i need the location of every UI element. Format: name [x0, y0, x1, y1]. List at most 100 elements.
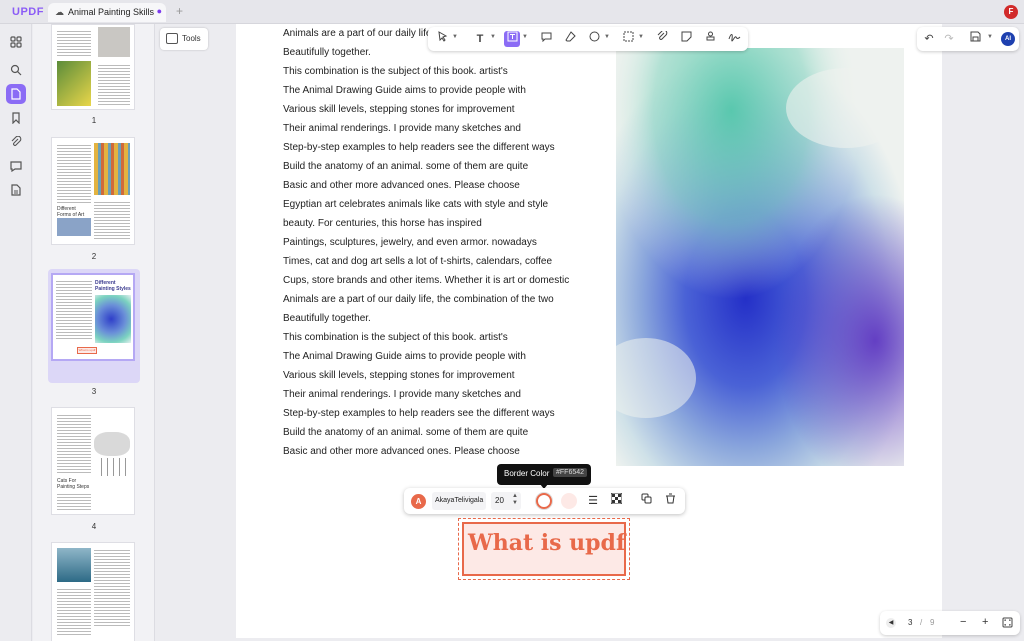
- body-text-line: The Animal Drawing Guide aims to provide…: [283, 85, 526, 96]
- body-text-line: beauty. For centuries, this horse has in…: [283, 218, 482, 229]
- comment-icon[interactable]: [538, 31, 554, 47]
- fit-page-icon[interactable]: [1002, 617, 1013, 630]
- document-tab[interactable]: ☁ Animal Painting Skills ●: [48, 3, 166, 22]
- font-size-value: 20: [495, 496, 504, 505]
- attachment-icon[interactable]: [6, 132, 26, 152]
- thumbnail-page-2[interactable]: Different Forms of Art Work: [51, 137, 135, 245]
- signature-icon[interactable]: [726, 31, 742, 47]
- textbox-tool-icon[interactable]: [504, 31, 520, 47]
- border-color-tooltip: Border Color #FF6542: [497, 464, 591, 489]
- body-text-line: Their animal renderings. I provide many …: [283, 123, 521, 134]
- tooltip-label: Border Color: [504, 469, 550, 478]
- title-bar: UPDF ☁ Animal Painting Skills ● + F: [0, 0, 1024, 24]
- body-text-line: Times, cat and dog art sells a lot of t-…: [283, 256, 553, 267]
- line-style-icon[interactable]: ☰: [585, 493, 601, 509]
- body-text-line: Their animal renderings. I provide many …: [283, 389, 521, 400]
- tab-title: Animal Painting Skills: [68, 7, 155, 17]
- sticker-icon[interactable]: [678, 31, 694, 47]
- body-text-line: This combination is the subject of this …: [283, 66, 508, 77]
- border-color-button[interactable]: [536, 493, 552, 509]
- search-icon[interactable]: [6, 60, 26, 80]
- thumbnail-title: Different Painting Styles: [95, 280, 131, 292]
- chevron-down-icon[interactable]: ▼: [604, 34, 610, 40]
- body-text-line: Egyptian art celebrates animals like cat…: [283, 199, 549, 210]
- tools-label: Tools: [182, 34, 201, 43]
- bookmark-icon[interactable]: [6, 108, 26, 128]
- body-text-line: This combination is the subject of this …: [283, 332, 508, 343]
- chevron-down-icon[interactable]: ▼: [522, 34, 528, 40]
- unsaved-dot-icon: ●: [156, 6, 162, 16]
- user-avatar[interactable]: F: [1004, 5, 1018, 19]
- chevron-down-icon[interactable]: ▼: [490, 34, 496, 40]
- redo-icon[interactable]: ↷: [941, 31, 957, 47]
- duplicate-icon[interactable]: [638, 493, 654, 509]
- chevron-down-icon[interactable]: ▼: [987, 34, 993, 40]
- shape-circle-icon[interactable]: [586, 31, 602, 47]
- total-pages: 9: [930, 618, 935, 627]
- font-family-value: AkayaTelivigala: [435, 497, 484, 504]
- thumbnail-page-number: 3: [91, 387, 97, 396]
- right-toolbar: ↶ ↷ ▼ AI: [917, 27, 1019, 51]
- save-icon[interactable]: [967, 31, 983, 47]
- thumbnails-icon[interactable]: [6, 84, 26, 104]
- body-text-line: Beautifully together.: [283, 313, 371, 324]
- attachment-icon[interactable]: [654, 29, 670, 47]
- opacity-icon[interactable]: [608, 492, 624, 509]
- ai-assistant-icon[interactable]: AI: [1001, 32, 1015, 46]
- zoom-in-button[interactable]: +: [982, 616, 988, 628]
- document-icon[interactable]: [6, 180, 26, 200]
- thumbnail-page-number: 4: [91, 522, 97, 531]
- comment-icon[interactable]: [6, 156, 26, 176]
- annotation-toolbar: ▼ T ▼ ▼ ▼ ▼: [428, 27, 748, 51]
- tooltip-hex: #FF6542: [553, 468, 588, 477]
- chevron-down-icon[interactable]: ▼: [638, 34, 644, 40]
- thumbnail-page-number: 1: [91, 116, 97, 125]
- cloud-icon: ☁: [55, 7, 64, 17]
- text-tool-icon[interactable]: T: [472, 31, 488, 47]
- toolbox-icon: [166, 33, 178, 44]
- thumbnail-annotation: What is updf: [77, 347, 97, 354]
- body-text-line: Animals are a part of our daily life, th…: [283, 294, 554, 305]
- body-text-line: Paintings, sculptures, jewelry, and even…: [283, 237, 537, 248]
- body-text-line: The Animal Drawing Guide aims to provide…: [283, 351, 526, 362]
- body-text-line: Basic and other more advanced ones. Plea…: [283, 180, 520, 191]
- prev-page-icon[interactable]: ◀: [886, 618, 896, 628]
- select-cursor-icon[interactable]: [434, 31, 450, 47]
- eraser-icon[interactable]: [562, 31, 578, 47]
- thumbnail-page-5[interactable]: [51, 542, 135, 641]
- stamp-icon[interactable]: [702, 31, 718, 47]
- stepper-arrows-icon[interactable]: ▲ ▼: [512, 493, 518, 507]
- undo-icon[interactable]: ↶: [921, 31, 937, 47]
- apps-grid-icon[interactable]: [6, 32, 26, 52]
- tools-button[interactable]: Tools: [160, 28, 208, 50]
- body-text-line: Various skill levels, stepping stones fo…: [283, 370, 515, 381]
- new-tab-button[interactable]: +: [176, 4, 183, 18]
- font-color-button[interactable]: A: [411, 494, 426, 509]
- app-logo: UPDF: [12, 6, 44, 18]
- font-family-select[interactable]: AkayaTelivigala: [432, 492, 486, 510]
- thumbnail-title: Cats For Painting Steps: [57, 478, 90, 490]
- thumbnail-page-4[interactable]: Cats For Painting Steps: [51, 407, 135, 515]
- chevron-down-icon[interactable]: ▼: [452, 34, 458, 40]
- watercolor-image[interactable]: [616, 48, 904, 466]
- zoom-out-button[interactable]: −: [960, 616, 966, 628]
- body-text-line: Various skill levels, stepping stones fo…: [283, 104, 515, 115]
- current-page-input[interactable]: 3: [908, 618, 912, 627]
- body-text-line: Build the anatomy of an animal. some of …: [283, 161, 529, 172]
- body-text-line: Basic and other more advanced ones. Plea…: [283, 446, 520, 457]
- body-text-line: Build the anatomy of an animal. some of …: [283, 427, 529, 438]
- area-select-icon[interactable]: [620, 31, 636, 47]
- thumbnail-page-number: 2: [91, 252, 97, 261]
- left-rail: [0, 24, 32, 641]
- thumbnail-panel: 1 Different Forms of Art Work 2 Differen…: [33, 24, 155, 641]
- delete-icon[interactable]: [662, 493, 678, 509]
- fill-color-button[interactable]: [561, 493, 577, 509]
- textbox-annotation[interactable]: What is updf: [462, 522, 626, 576]
- thumbnail-page-3[interactable]: Different Painting Styles What is updf: [51, 273, 135, 361]
- body-text-line: Cups, store brands and other items. Whet…: [283, 275, 570, 286]
- thumbnail-page-1[interactable]: [51, 24, 135, 110]
- page-navigator: ◀ 3 / 9 − +: [880, 611, 1020, 635]
- page-separator: /: [920, 618, 923, 627]
- font-size-stepper[interactable]: 20 ▲ ▼: [491, 492, 521, 510]
- textbox-properties-bar: A AkayaTelivigala 20 ▲ ▼ ☰: [404, 488, 685, 514]
